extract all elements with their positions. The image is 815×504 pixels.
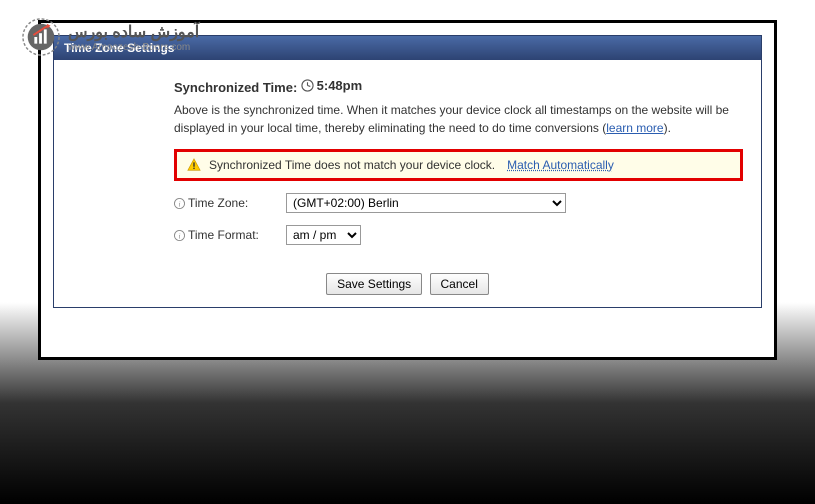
timeformat-label: Time Format: [188,228,259,242]
description-text: Above is the synchronized time. When it … [174,101,743,137]
settings-panel: Time Zone Settings Synchronized Time: 5:… [53,35,762,308]
sync-time-label: Synchronized Time: [174,80,297,95]
window-frame: Time Zone Settings Synchronized Time: 5:… [38,20,777,360]
timezone-select[interactable]: (GMT+02:00) Berlin [286,193,566,213]
logo-url: www.Amoozesh-Boors.com [68,42,199,53]
match-automatically-link[interactable]: Match Automatically [507,158,614,172]
svg-text:i: i [178,199,180,208]
logo-chart-icon [22,18,60,56]
info-icon: i [174,230,185,241]
info-icon: i [174,198,185,209]
timezone-label: Time Zone: [188,196,248,210]
sync-time-row: Synchronized Time: 5:48pm [174,78,743,95]
logo-title: آموزش ساده بورس [68,22,199,42]
sync-time-value: 5:48pm [317,78,363,93]
warning-icon [187,158,201,172]
save-button[interactable]: Save Settings [326,273,422,295]
svg-text:i: i [178,231,180,240]
warning-callout: Synchronized Time does not match your de… [174,149,743,181]
learn-more-link[interactable]: learn more [606,121,663,135]
timeformat-row: i Time Format: am / pm [174,225,743,245]
cancel-button[interactable]: Cancel [430,273,489,295]
warning-message: Synchronized Time does not match your de… [209,158,495,172]
clock-icon [301,79,314,92]
timezone-row: i Time Zone: (GMT+02:00) Berlin [174,193,743,213]
timeformat-select[interactable]: am / pm [286,225,361,245]
button-row: Save Settings Cancel [54,263,761,307]
site-logo: آموزش ساده بورس www.Amoozesh-Boors.com [22,18,199,56]
